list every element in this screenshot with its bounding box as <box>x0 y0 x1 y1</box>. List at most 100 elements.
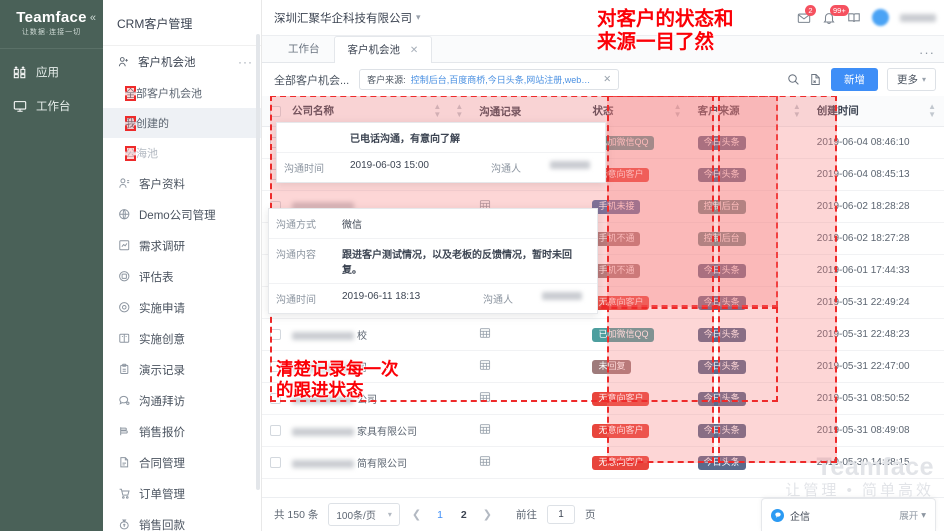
sort-icon[interactable]: ▲ ▼ <box>928 103 936 119</box>
column-customer-source[interactable]: 客户来源 ▲ ▼ <box>689 96 809 127</box>
menu-sub-created-by-me[interactable]: ─ 我创建的 <box>103 108 261 138</box>
company-selector[interactable]: 深圳汇聚华企科技有限公司 ▾ <box>274 10 421 26</box>
column-label: 沟通记录 <box>479 105 522 118</box>
row-checkbox[interactable] <box>270 392 281 404</box>
export-file-icon[interactable] <box>809 73 822 86</box>
created-time-value: 2019-05-31 08:49:08 <box>816 425 910 436</box>
payment-icon <box>117 518 132 531</box>
menu-item-contract[interactable]: 合同管理 <box>103 447 261 478</box>
row-checkbox[interactable] <box>270 424 281 436</box>
company-name-cell[interactable]: 校 <box>284 318 450 351</box>
popover-way-label: 沟通方式 <box>276 220 316 231</box>
menu-scrollbar[interactable] <box>256 34 260 490</box>
menu-sub-all-pool[interactable]: ─ 全部客户机会池 <box>103 78 261 108</box>
company-name-cell[interactable]: 公司 <box>284 382 450 415</box>
sort-icon[interactable]: ▲ ▼ <box>455 103 463 119</box>
menu-panel: CRM客户管理 客户机会池 ··· ─ 全部客户机会池 ─ 我创建的 ─ 公海池 <box>103 0 262 531</box>
sort-icon[interactable]: ▲ ▼ <box>433 103 441 119</box>
company-name-cell[interactable]: 家具有限公司 <box>284 414 450 447</box>
table-row[interactable]: 家具有限公司 无意向客户 今日头条 2019-05-31 08:49:08 <box>262 414 944 447</box>
select-all-checkbox[interactable] <box>270 105 281 117</box>
add-button[interactable]: 新增 <box>830 68 878 91</box>
row-checkbox[interactable] <box>270 456 281 468</box>
company-name-suffix: 家具有限公司 <box>357 427 418 438</box>
communication-record-cell[interactable] <box>471 382 585 415</box>
menu-item-customer-profile[interactable]: 客户资料 <box>103 168 261 199</box>
row-select-cell <box>262 318 285 351</box>
row-checkbox[interactable] <box>270 328 281 340</box>
menu-item-implementation-idea[interactable]: 实施创意 <box>103 323 261 354</box>
redacted-company-name <box>292 364 355 373</box>
chevron-right-icon[interactable]: ❯ <box>481 508 494 521</box>
close-icon[interactable]: ✕ <box>603 74 611 85</box>
chat-dock[interactable]: 企信 展开 ▾ <box>761 498 936 531</box>
popover-time-row: 沟通时间 2019-06-03 15:00 沟通人 <box>277 153 605 182</box>
menu-item-order[interactable]: 订单管理 <box>103 478 261 509</box>
source-badge: 今日头条 <box>697 167 746 182</box>
source-cell: 控制后台 <box>689 222 809 255</box>
grid-record-icon[interactable] <box>479 359 491 371</box>
column-created-time[interactable]: 创建时间 ▲ ▼ <box>808 96 944 127</box>
menu-item-implementation-apply[interactable]: 实施申请 <box>103 292 261 323</box>
mail-icon[interactable]: 2 <box>797 4 816 25</box>
chevron-down-icon: ▾ <box>387 510 392 519</box>
double-chevron-left-icon[interactable]: « <box>90 12 96 24</box>
grid-record-icon[interactable] <box>479 423 491 435</box>
communication-record-cell[interactable] <box>471 318 585 351</box>
popover-content-row: 已电话沟通，有意向了解 <box>277 123 605 153</box>
avatar[interactable] <box>872 9 889 26</box>
close-icon[interactable]: ✕ <box>410 45 418 56</box>
company-name-cell[interactable]: 司 <box>284 350 450 383</box>
company-name-cell[interactable]: 简有限公司 <box>284 446 450 479</box>
table-row[interactable]: 简有限公司 无意向客户 今日头条 2019-05-30 14:38:15 <box>262 446 944 479</box>
menu-item-demo-company[interactable]: Demo公司管理 <box>103 199 261 230</box>
row-select-cell <box>262 414 285 447</box>
communication-record-cell[interactable] <box>471 350 585 383</box>
menu-item-label: 销售回款 <box>139 519 185 531</box>
book-icon[interactable] <box>847 11 861 25</box>
communication-record-cell[interactable] <box>471 446 585 479</box>
page-number-2[interactable]: 2 <box>457 509 471 521</box>
chat-dock-expand[interactable]: 展开 ▾ <box>899 508 926 523</box>
menu-group-opportunity-pool[interactable]: 客户机会池 ··· <box>103 46 261 78</box>
menu-item-sales-payment[interactable]: 销售回款 <box>103 509 261 531</box>
menu-sub-public-pool[interactable]: ─ 公海池 <box>103 138 261 168</box>
grid-record-icon[interactable] <box>479 391 491 403</box>
goto-page-input[interactable]: 1 <box>546 505 575 524</box>
page-size-select[interactable]: 100条/页 ▾ <box>328 503 400 526</box>
menu-group-more-icon[interactable]: ··· <box>238 55 253 69</box>
search-icon[interactable] <box>787 73 800 86</box>
sort-icon[interactable]: ▲ ▼ <box>674 103 682 119</box>
table-row[interactable]: 校 已加微信QQ 今日头条 2019-05-31 22:48:23 <box>262 318 944 351</box>
grid-record-icon[interactable] <box>479 327 491 339</box>
tab-workbench[interactable]: 工作台 <box>274 35 334 62</box>
menu-item-sales-quote[interactable]: 销售报价 <box>103 416 261 447</box>
menu-item-demo-record[interactable]: 演示记录 <box>103 354 261 385</box>
chevron-left-icon[interactable]: ❮ <box>410 508 423 521</box>
more-button[interactable]: 更多 ▾ <box>886 68 936 91</box>
popover-content-row: 沟通内容 跟进客户测试情况，以及老板的反馈情况，暂时未回复。 <box>269 239 597 284</box>
rail-item-workbench[interactable]: 工作台 <box>0 89 103 123</box>
created-time-cell: 2019-05-31 22:47:00 <box>808 350 944 383</box>
tab-customer-opportunity-pool[interactable]: 客户机会池 ✕ <box>333 36 433 63</box>
page-number-1[interactable]: 1 <box>433 509 447 521</box>
sort-icon[interactable]: ▲ ▼ <box>793 103 801 119</box>
tabs-more-icon[interactable]: ··· <box>919 45 935 60</box>
menu-sub-label: 公海池 <box>125 148 158 160</box>
menu-item-assessment[interactable]: 评估表 <box>103 261 261 292</box>
table-row[interactable]: 公司 无意向客户 今日头条 2019-05-31 08:50:52 <box>262 382 944 415</box>
row-checkbox[interactable] <box>270 360 281 372</box>
menu-item-communication-visit[interactable]: 沟通拜访 <box>103 385 261 416</box>
table-row[interactable]: 司 未回复 今日头条 2019-05-31 22:47:00 <box>262 350 944 383</box>
status-badge: 未回复 <box>592 359 632 374</box>
rail-item-apps[interactable]: 应用 <box>0 55 103 89</box>
column-label: 创建时间 <box>816 105 859 117</box>
communication-record-cell[interactable] <box>471 414 585 447</box>
bell-icon[interactable]: 99+ <box>822 4 849 25</box>
current-view-name[interactable]: 全部客户机会... <box>274 72 349 88</box>
grid-record-icon[interactable] <box>479 455 491 467</box>
menu-item-requirement-survey[interactable]: 需求调研 <box>103 230 261 261</box>
status-cell: 已加微信QQ <box>584 318 690 351</box>
menu-item-label: 客户资料 <box>139 178 185 191</box>
filter-tag-customer-source[interactable]: 客户来源: 控制后台,百度商桥,今日头条,网站注册,web表单 ✕ <box>359 69 620 90</box>
